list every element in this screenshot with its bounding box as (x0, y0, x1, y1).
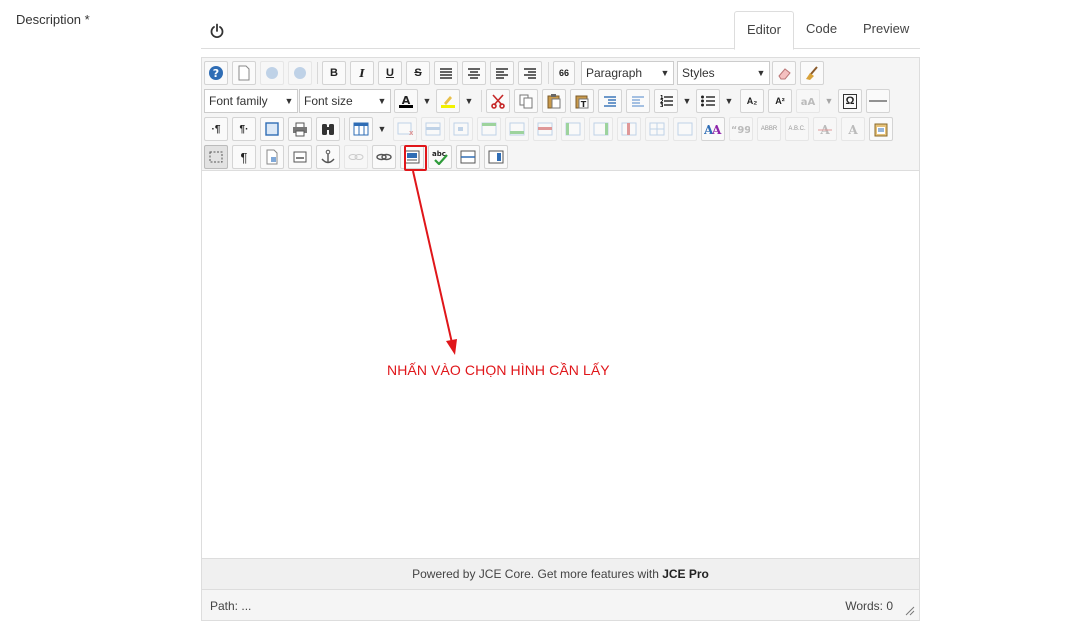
delete-row-icon[interactable] (533, 117, 557, 141)
style-props-icon[interactable]: AA (701, 117, 725, 141)
editor-footer: Path: ... Words: 0 (202, 589, 919, 620)
unlink-icon[interactable] (344, 145, 368, 169)
redo-icon[interactable] (288, 61, 312, 85)
blockquote-button[interactable]: 66 (553, 61, 575, 85)
fullscreen-icon[interactable] (260, 117, 284, 141)
svg-text:?: ? (213, 67, 219, 80)
italic-button[interactable]: I (350, 61, 374, 85)
copy-icon[interactable] (514, 89, 538, 113)
tab-preview[interactable]: Preview (851, 11, 921, 49)
spellcheck-icon[interactable]: abc (428, 145, 452, 169)
format-select[interactable]: Paragraph ▼ (581, 61, 674, 85)
table-dropdown[interactable]: ▼ (375, 117, 389, 141)
align-justify-icon[interactable] (434, 61, 458, 85)
special-character-button[interactable]: Ω (838, 89, 862, 113)
font-color-dropdown[interactable]: ▼ (420, 89, 434, 113)
description-label: Description * (16, 12, 90, 27)
help-icon[interactable]: ? (204, 61, 228, 85)
styles-select[interactable]: Styles ▼ (677, 61, 770, 85)
bold-button[interactable]: B (322, 61, 346, 85)
strikethrough-button[interactable]: S (406, 61, 430, 85)
numbered-list-icon[interactable]: 123 (654, 89, 678, 113)
paste-icon[interactable] (542, 89, 566, 113)
link-icon[interactable] (372, 145, 396, 169)
svg-text:“99: “99 (732, 125, 750, 134)
superscript-button[interactable]: A² (768, 89, 792, 113)
insert-column-before-icon[interactable] (561, 117, 585, 141)
outdent-icon[interactable] (626, 89, 650, 113)
print-icon[interactable] (288, 117, 312, 141)
powered-by-bar: Powered by JCE Core. Get more features w… (202, 558, 919, 589)
visual-characters-button[interactable]: ¶ (232, 145, 256, 169)
bullet-list-dropdown[interactable]: ▼ (722, 89, 736, 113)
powered-by-text: Powered by JCE Core. Get more features w… (412, 567, 663, 581)
row-properties-icon[interactable] (421, 117, 445, 141)
new-document-icon[interactable] (232, 61, 256, 85)
eraser-icon[interactable] (772, 61, 796, 85)
text-case-dropdown[interactable]: ▼ (822, 89, 836, 113)
delete-column-icon[interactable] (617, 117, 641, 141)
bullet-list-icon[interactable] (696, 89, 720, 113)
highlight-color-dropdown[interactable]: ▼ (462, 89, 476, 113)
paste-text-icon[interactable]: T (570, 89, 594, 113)
path-indicator: Path: ... (210, 599, 252, 613)
svg-text:x: x (409, 129, 413, 136)
template-icon[interactable] (260, 145, 284, 169)
readmore-icon[interactable] (288, 145, 312, 169)
table-icon[interactable] (349, 117, 373, 141)
ltr-button[interactable]: ·¶ (204, 117, 228, 141)
acronym-button[interactable]: A.B.C. (785, 117, 809, 141)
search-binoculars-icon[interactable] (316, 117, 340, 141)
inserted-text-icon[interactable]: A (841, 117, 865, 141)
attributes-icon[interactable] (869, 117, 893, 141)
tab-editor[interactable]: Editor (734, 11, 794, 50)
indent-icon[interactable] (598, 89, 622, 113)
annotation-text: NHẤN VÀO CHỌN HÌNH CẦN LẤY (387, 362, 610, 378)
insert-row-before-icon[interactable] (477, 117, 501, 141)
highlight-color-icon[interactable] (436, 89, 460, 113)
jce-pro-link[interactable]: JCE Pro (662, 567, 709, 581)
cut-icon[interactable] (486, 89, 510, 113)
cite-quote-icon[interactable]: “99 (729, 117, 753, 141)
cleanup-broom-icon[interactable] (800, 61, 824, 85)
align-right-icon[interactable] (518, 61, 542, 85)
undo-icon[interactable] (260, 61, 284, 85)
subscript-button[interactable]: A₂ (740, 89, 764, 113)
cell-properties-icon[interactable] (449, 117, 473, 141)
wysiwyg-editor: ? B I U S 66 Paragraph ▼ Styles ▼ Font f… (201, 57, 920, 621)
visual-aid-icon[interactable] (204, 145, 228, 169)
insert-row-after-icon[interactable] (505, 117, 529, 141)
font-family-select[interactable]: Font family ▼ (204, 89, 298, 113)
page-break-icon[interactable] (484, 145, 508, 169)
insert-image-icon[interactable] (400, 145, 424, 169)
rtl-button[interactable]: ¶· (232, 117, 256, 141)
merge-cells-icon[interactable] (673, 117, 697, 141)
svg-text:3: 3 (660, 103, 664, 108)
horizontal-rule-icon[interactable] (866, 89, 890, 113)
svg-text:aA: aA (801, 97, 816, 108)
resize-handle-icon[interactable] (903, 604, 915, 616)
underline-button[interactable]: U (378, 61, 402, 85)
deleted-text-icon[interactable]: A (813, 117, 837, 141)
text-case-icon[interactable]: aA (796, 89, 820, 113)
font-size-select[interactable]: Font size ▼ (299, 89, 391, 113)
split-cells-icon[interactable] (645, 117, 669, 141)
font-color-icon[interactable]: A (394, 89, 418, 113)
svg-text:abc: abc (432, 150, 446, 158)
numbered-list-dropdown[interactable]: ▼ (680, 89, 694, 113)
anchor-icon[interactable] (316, 145, 340, 169)
insert-column-after-icon[interactable] (589, 117, 613, 141)
svg-text:A: A (711, 123, 722, 136)
editor-toolbar: ? B I U S 66 Paragraph ▼ Styles ▼ Font f… (202, 58, 919, 171)
article-break-icon[interactable] (456, 145, 480, 169)
svg-text:A: A (847, 123, 858, 136)
align-left-icon[interactable] (490, 61, 514, 85)
editor-tabs: Editor Code Preview (201, 11, 921, 50)
align-center-icon[interactable] (462, 61, 486, 85)
word-count: Words: 0 (845, 599, 893, 613)
tab-code[interactable]: Code (794, 11, 849, 49)
svg-text:T: T (581, 100, 587, 109)
abbreviation-button[interactable]: ABBR (757, 117, 781, 141)
delete-table-icon[interactable]: x (393, 117, 417, 141)
